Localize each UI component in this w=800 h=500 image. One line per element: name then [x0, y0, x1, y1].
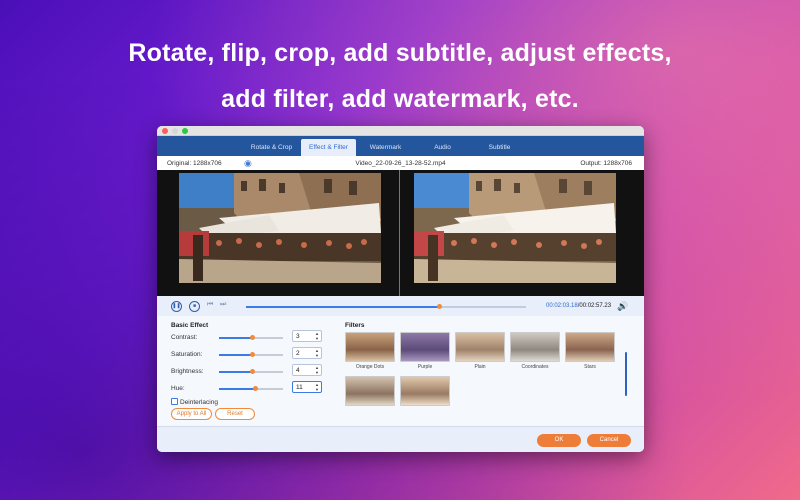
original-video-frame: [179, 173, 381, 283]
time-display: 00:02:03.18/00:02:57.23: [546, 303, 611, 309]
hue-value[interactable]: 11: [296, 384, 303, 391]
pause-button[interactable]: ❚❚: [171, 301, 182, 312]
brightness-slider-handle[interactable]: [250, 369, 256, 374]
chevron-down-icon[interactable]: ▼: [315, 370, 319, 375]
playback-progress-fill: [246, 306, 440, 308]
tab-rotate-crop[interactable]: Rotate & Crop: [244, 139, 299, 156]
filter-thumbnail: [400, 376, 450, 406]
headline-line-1: Rotate, flip, crop, add subtitle, adjust…: [128, 39, 672, 67]
zoom-window-button[interactable]: [182, 128, 188, 134]
contrast-slider[interactable]: [219, 335, 283, 340]
brightness-label: Brightness:: [171, 368, 204, 375]
playback-progress-handle[interactable]: [437, 304, 443, 309]
apply-to-all-button[interactable]: Apply to All: [171, 408, 212, 420]
filter-label: Plain: [474, 364, 486, 370]
hue-label: Hue:: [171, 385, 185, 392]
contrast-slider-handle[interactable]: [250, 335, 256, 340]
video-filename: Video_22-09-26_13-28-52.mp4: [355, 160, 446, 167]
filter-stars[interactable]: Stars: [565, 332, 615, 370]
stop-button[interactable]: ■: [189, 301, 200, 312]
filter-plain[interactable]: Plain: [455, 332, 505, 370]
filter-label: Purple: [417, 364, 433, 370]
filter-label: Stars: [584, 364, 596, 370]
brightness-slider[interactable]: [219, 369, 283, 374]
cancel-button[interactable]: Cancel: [587, 434, 631, 447]
brightness-row: Brightness: 4 ▲ ▼: [171, 364, 331, 378]
tab-bar: Rotate & Crop Effect & Filter Watermark …: [157, 136, 644, 156]
reset-button[interactable]: Reset: [215, 408, 255, 420]
deinterlacing-checkbox-row[interactable]: Deinterlacing: [171, 398, 218, 406]
filter-item[interactable]: [400, 376, 450, 408]
deinterlacing-checkbox[interactable]: [171, 398, 178, 405]
ok-button[interactable]: OK: [537, 434, 581, 447]
chevron-down-icon[interactable]: ▼: [315, 387, 319, 392]
contrast-row: Contrast: 3 ▲ ▼: [171, 330, 331, 344]
tab-watermark[interactable]: Watermark: [358, 139, 413, 156]
headline: Rotate, flip, crop, add subtitle, adjust…: [0, 34, 800, 118]
hue-stepper[interactable]: 11 ▲ ▼: [292, 381, 322, 393]
contrast-label: Contrast:: [171, 334, 198, 341]
editor-window: Rotate & Crop Effect & Filter Watermark …: [157, 126, 644, 452]
video-preview: [157, 170, 644, 296]
saturation-stepper[interactable]: 2 ▲ ▼: [292, 347, 322, 359]
tab-audio[interactable]: Audio: [415, 139, 470, 156]
hue-row: Hue: 11 ▲ ▼: [171, 381, 331, 395]
output-video-frame: [414, 173, 616, 283]
filter-coordinates[interactable]: Coordinates: [510, 332, 560, 370]
filter-orange-dots[interactable]: Orange Dots: [345, 332, 395, 370]
saturation-slider-fill: [219, 354, 253, 356]
filter-thumbnail: [510, 332, 560, 362]
dialog-footer: OK Cancel: [157, 426, 644, 452]
filter-thumbnail: [455, 332, 505, 362]
effect-filter-panel: Basic Effect Contrast: 3 ▲ ▼ Saturation:…: [157, 316, 644, 426]
brightness-stepper[interactable]: 4 ▲ ▼: [292, 364, 322, 376]
output-resolution: Output: 1288x706: [580, 160, 632, 167]
saturation-value[interactable]: 2: [296, 350, 300, 357]
filters-title: Filters: [345, 322, 365, 329]
saturation-slider[interactable]: [219, 352, 283, 357]
filter-thumbnail: [400, 332, 450, 362]
filter-thumbnail: [565, 332, 615, 362]
volume-icon[interactable]: 🔊: [617, 301, 628, 312]
deinterlacing-label: Deinterlacing: [180, 399, 218, 406]
total-time: /00:02:57.23: [577, 303, 612, 309]
tab-effect-filter[interactable]: Effect & Filter: [301, 139, 356, 156]
preview-divider: [399, 170, 400, 296]
brightness-slider-fill: [219, 371, 253, 373]
filter-label: Orange Dots: [355, 364, 385, 370]
close-window-button[interactable]: [162, 128, 168, 134]
filter-purple[interactable]: Purple: [400, 332, 450, 370]
previous-frame-icon[interactable]: ⏮: [207, 301, 213, 309]
next-frame-icon[interactable]: ⏭: [220, 301, 226, 309]
filter-thumbnail: [345, 376, 395, 406]
preview-info-bar: Original: 1288x706 ◉ Video_22-09-26_13-2…: [157, 156, 644, 170]
minimize-window-button[interactable]: [172, 128, 178, 134]
contrast-value[interactable]: 3: [296, 333, 300, 340]
titlebar: [157, 126, 644, 136]
playback-controls: ❚❚ ■ ⏮ ⏭ 00:02:03.18/00:02:57.23 🔊: [157, 296, 644, 318]
filter-thumbnail: [345, 332, 395, 362]
contrast-slider-fill: [219, 337, 253, 339]
saturation-label: Saturation:: [171, 351, 203, 358]
filters-grid: Orange Dots Purple Plain Coordinates Sta…: [345, 332, 625, 412]
hue-slider[interactable]: [219, 386, 283, 391]
playback-progress-bar[interactable]: [246, 304, 526, 309]
hue-slider-handle[interactable]: [252, 386, 258, 391]
filter-label: Coordinates: [521, 364, 549, 370]
filters-scrollbar[interactable]: [625, 352, 627, 396]
chevron-down-icon[interactable]: ▼: [315, 336, 319, 341]
contrast-stepper[interactable]: 3 ▲ ▼: [292, 330, 322, 342]
chevron-down-icon[interactable]: ▼: [315, 353, 319, 358]
basic-effect-title: Basic Effect: [171, 322, 209, 329]
brightness-value[interactable]: 4: [296, 367, 300, 374]
current-time: 00:02:03.18: [546, 303, 578, 309]
saturation-slider-handle[interactable]: [250, 352, 256, 357]
saturation-row: Saturation: 2 ▲ ▼: [171, 347, 331, 361]
tab-subtitle[interactable]: Subtitle: [472, 139, 527, 156]
hue-slider-fill: [219, 388, 255, 390]
headline-line-2: add filter, add watermark, etc.: [221, 85, 579, 113]
filter-item[interactable]: [345, 376, 395, 408]
